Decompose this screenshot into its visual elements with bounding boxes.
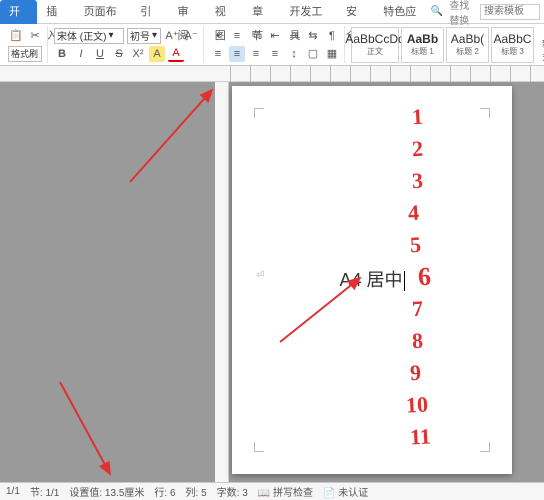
document-workspace: ⏎ A4 居中 1 2 3 4 5 6 7 8 9 10 11 [0, 82, 544, 482]
chevron-down-icon: ▾ [108, 30, 113, 41]
status-page[interactable]: 1/1 [6, 486, 20, 497]
search-icon: 🔍 [431, 6, 443, 17]
format-painter-button[interactable]: 格式刷 [8, 46, 42, 62]
shading-button[interactable]: ▢ [305, 46, 321, 62]
style-normal[interactable]: AaBbCcDd正文 [351, 27, 399, 63]
font-color-button[interactable]: A [168, 46, 184, 62]
tab-sections[interactable]: 章节 [243, 0, 280, 24]
bold-button[interactable]: B [54, 46, 70, 62]
numbering-button[interactable]: ≡ [229, 28, 245, 44]
tab-home[interactable]: 开始 [0, 0, 37, 24]
font-size-select[interactable]: 初号▾ [127, 28, 161, 44]
align-right-button[interactable]: ≡ [248, 46, 264, 62]
ruler-scale [230, 66, 539, 82]
paste-button[interactable]: 📋 [8, 28, 24, 44]
status-spellcheck[interactable]: 📖 拼写检查 [258, 484, 313, 499]
tab-view[interactable]: 视图 [206, 0, 243, 24]
strike-button[interactable]: S [111, 46, 127, 62]
style-heading2[interactable]: AaBb(标题 2 [446, 27, 489, 63]
borders-button[interactable]: ▦ [324, 46, 340, 62]
ribbon-group-paragraph: • ≡ ⧉ ⇤ ⇥ ⇆ ¶ ≡ ≡ ≡ ≡ ↕ ▢ ▦ [206, 26, 345, 63]
tab-special[interactable]: 特色应用 [374, 0, 431, 24]
tab-insert[interactable]: 插入 [37, 0, 74, 24]
chevron-down-icon: ▾ [152, 30, 157, 41]
style-heading3[interactable]: AaBbC标题 3 [491, 27, 534, 63]
document-body-text[interactable]: A4 居中 [232, 266, 512, 292]
menu-tab-bar: 开始 插入 页面布局 引用 审阅 视图 章节 开发工具 安全 特色应用 🔍 查找… [0, 0, 544, 24]
ribbon-group-styles: AaBbCcDd正文 AaBb标题 1 AaBb(标题 2 AaBbC标题 3 … [347, 26, 544, 63]
margin-corner-tl [254, 108, 264, 118]
find-replace-link[interactable]: 查找替换 [449, 0, 474, 27]
style-heading1[interactable]: AaBb标题 1 [401, 27, 444, 63]
font-family-select[interactable]: 宋体 (正文)▾ [54, 28, 124, 44]
tab-developer[interactable]: 开发工具 [280, 0, 337, 24]
tab-review[interactable]: 审阅 [168, 0, 205, 24]
indent-decrease-button[interactable]: ⇤ [267, 28, 283, 44]
status-word-count[interactable]: 字数: 3 [217, 484, 248, 499]
ruler-vertical[interactable] [215, 82, 229, 482]
highlight-button[interactable]: A [149, 46, 165, 62]
line-spacing-button[interactable]: ↕ [286, 46, 302, 62]
show-marks-button[interactable]: ¶ [324, 28, 340, 44]
underline-button[interactable]: U [92, 46, 108, 62]
margin-corner-bl [254, 442, 264, 452]
status-section[interactable]: 节: 1/1 [30, 484, 59, 499]
ribbon-group-font: 宋体 (正文)▾ 初号▾ A⁺ A⁻ B I U S X² A A [50, 26, 204, 63]
text-cursor [404, 271, 405, 291]
template-search-input[interactable] [480, 4, 540, 20]
tab-references[interactable]: 引用 [131, 0, 168, 24]
status-auth[interactable]: 📄 未认证 [323, 484, 368, 499]
tab-layout[interactable]: 页面布局 [75, 0, 132, 24]
tab-settings-button[interactable]: ⇆ [305, 28, 321, 44]
italic-button[interactable]: I [73, 46, 89, 62]
ribbon-group-clipboard: 📋 ✂ 格式刷 [4, 26, 48, 63]
grow-font-button[interactable]: A⁺ [164, 28, 180, 44]
tab-security[interactable]: 安全 [337, 0, 374, 24]
status-bar: 1/1 节: 1/1 设置值: 13.5厘米 行: 6 列: 5 字数: 3 📖… [0, 482, 544, 500]
bullets-button[interactable]: • [210, 28, 226, 44]
indent-increase-button[interactable]: ⇥ [286, 28, 302, 44]
new-style-button[interactable]: A̲新样式 [536, 27, 544, 63]
align-left-button[interactable]: ≡ [210, 46, 226, 62]
status-column[interactable]: 列: 5 [186, 484, 207, 499]
ruler-horizontal[interactable] [0, 66, 544, 82]
document-page[interactable]: ⏎ A4 居中 1 2 3 4 5 6 7 8 9 10 11 [232, 86, 512, 474]
status-line[interactable]: 行: 6 [154, 484, 175, 499]
align-center-button[interactable]: ≡ [229, 46, 245, 62]
align-justify-button[interactable]: ≡ [267, 46, 283, 62]
status-position[interactable]: 设置值: 13.5厘米 [69, 484, 144, 499]
margin-corner-br [480, 442, 490, 452]
cut-button[interactable]: ✂ [27, 28, 43, 44]
ribbon-toolbar: 📋 ✂ 格式刷 宋体 (正文)▾ 初号▾ A⁺ A⁻ B I U S X² A … [0, 24, 544, 66]
margin-corner-tr [480, 108, 490, 118]
multilevel-button[interactable]: ⧉ [248, 28, 264, 44]
shrink-font-button[interactable]: A⁻ [183, 28, 199, 44]
superscript-button[interactable]: X² [130, 46, 146, 62]
